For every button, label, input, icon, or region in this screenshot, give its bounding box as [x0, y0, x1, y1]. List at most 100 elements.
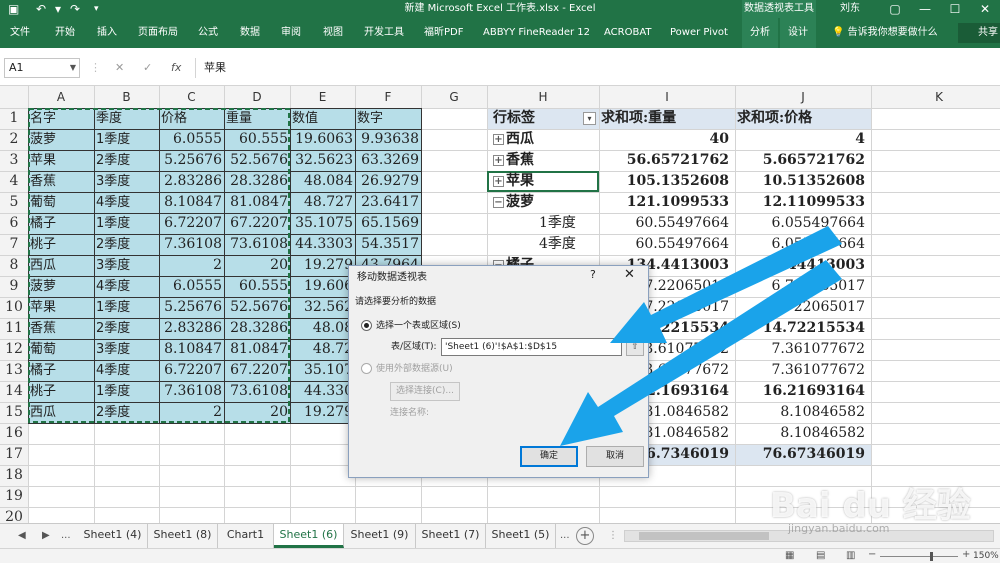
- row-header-8[interactable]: 8: [0, 255, 28, 276]
- ok-button[interactable]: 确定: [520, 446, 578, 467]
- pivot-price-value[interactable]: 14.72215534: [735, 318, 867, 339]
- sheet-tab-sheet1-8[interactable]: Sheet1 (8): [148, 524, 218, 548]
- source-cell[interactable]: 4季度: [94, 192, 159, 213]
- source-header-cell[interactable]: 数值: [290, 108, 355, 129]
- source-cell[interactable]: 苹果: [28, 150, 94, 171]
- pivot-price-value[interactable]: 8.10846582: [735, 402, 867, 423]
- sheet-tab-sheet1-9[interactable]: Sheet1 (9): [344, 524, 416, 548]
- tab-home[interactable]: 开始: [55, 18, 75, 48]
- filter-dropdown-icon[interactable]: ▾: [583, 112, 596, 125]
- source-cell[interactable]: 1季度: [94, 381, 159, 402]
- source-cell[interactable]: 32.5623: [290, 150, 355, 171]
- source-cell[interactable]: 8.10847: [159, 339, 224, 360]
- tab-foxit-pdf[interactable]: 福昕PDF: [424, 18, 463, 48]
- horizontal-scrollbar[interactable]: [624, 530, 994, 542]
- external-source-label[interactable]: 使用外部数据源(U): [376, 363, 453, 375]
- pivot-weight-value[interactable]: 105.1352608: [599, 171, 731, 192]
- source-cell[interactable]: 19.6063: [290, 129, 355, 150]
- column-header-B[interactable]: B: [94, 86, 159, 108]
- pivot-row-label[interactable]: + 西瓜: [491, 129, 597, 150]
- source-cell[interactable]: 19.279: [290, 402, 355, 423]
- collapse-icon[interactable]: −: [493, 196, 504, 208]
- tab-data[interactable]: 数据: [240, 18, 260, 48]
- page-layout-view-icon[interactable]: ▤: [816, 550, 825, 561]
- source-cell[interactable]: 60.555: [224, 129, 290, 150]
- pivot-weight-value[interactable]: 60.55497664: [599, 213, 731, 234]
- source-cell[interactable]: 5.25676: [159, 150, 224, 171]
- source-cell[interactable]: 60.555: [224, 276, 290, 297]
- source-cell[interactable]: 65.1569: [355, 213, 421, 234]
- source-cell[interactable]: 44.330: [290, 381, 355, 402]
- expand-icon[interactable]: +: [493, 175, 504, 187]
- external-source-radio[interactable]: [361, 363, 372, 374]
- source-cell[interactable]: 48.08: [290, 318, 355, 339]
- source-cell[interactable]: 香蕉: [28, 318, 94, 339]
- tab-splitter-icon[interactable]: ⋮: [608, 524, 618, 548]
- row-header-14[interactable]: 14: [0, 381, 28, 402]
- pivot-weight-value[interactable]: 56.65721762: [599, 150, 731, 171]
- source-cell[interactable]: 28.3286: [224, 171, 290, 192]
- pivot-weight-value[interactable]: 121.1099533: [599, 192, 731, 213]
- source-cell[interactable]: 19.279: [290, 255, 355, 276]
- sheet-tab-chart1[interactable]: Chart1: [218, 524, 274, 548]
- insert-function-icon[interactable]: fx: [171, 58, 181, 78]
- source-cell[interactable]: 8.10847: [159, 192, 224, 213]
- source-cell[interactable]: 2: [159, 255, 224, 276]
- source-cell[interactable]: 48.084: [290, 171, 355, 192]
- sheet-tab-sheet1-6[interactable]: Sheet1 (6): [274, 524, 344, 548]
- maximize-button[interactable]: ☐: [940, 0, 970, 18]
- tab-formulas[interactable]: 公式: [198, 18, 218, 48]
- pivot-price-value[interactable]: 6.055497664: [735, 213, 867, 234]
- tab-page-layout[interactable]: 页面布局: [138, 18, 178, 48]
- column-header-A[interactable]: A: [28, 86, 94, 108]
- sheet-tab-sheet1-5[interactable]: Sheet1 (5): [486, 524, 556, 548]
- tab-design[interactable]: 设计: [780, 18, 816, 48]
- minimize-button[interactable]: —: [910, 0, 940, 18]
- close-button[interactable]: ✕: [970, 0, 1000, 18]
- source-cell[interactable]: 73.6108: [224, 381, 290, 402]
- source-cell[interactable]: 20: [224, 402, 290, 423]
- source-cell[interactable]: 2.83286: [159, 171, 224, 192]
- source-cell[interactable]: 2季度: [94, 234, 159, 255]
- share-button[interactable]: 共享: [958, 23, 1000, 43]
- source-cell[interactable]: 1季度: [94, 129, 159, 150]
- tab-acrobat[interactable]: ACROBAT: [604, 18, 652, 48]
- more-sheets-right[interactable]: ...: [560, 524, 570, 548]
- source-cell[interactable]: 3季度: [94, 339, 159, 360]
- row-header-15[interactable]: 15: [0, 402, 28, 423]
- source-cell[interactable]: 1季度: [94, 297, 159, 318]
- row-header-11[interactable]: 11: [0, 318, 28, 339]
- source-cell[interactable]: 葡萄: [28, 192, 94, 213]
- cancel-icon[interactable]: ✕: [115, 58, 124, 78]
- source-cell[interactable]: 西瓜: [28, 255, 94, 276]
- source-cell[interactable]: 1季度: [94, 213, 159, 234]
- source-cell[interactable]: 54.3517: [355, 234, 421, 255]
- range-input[interactable]: 'Sheet1 (6)'!$A$1:$D$15: [441, 338, 622, 356]
- pivot-price-value[interactable]: 6.722065017: [735, 297, 867, 318]
- more-sheets-left[interactable]: ...: [61, 524, 71, 548]
- source-header-cell[interactable]: 数字: [355, 108, 421, 129]
- tab-power-pivot[interactable]: Power Pivot: [670, 18, 728, 48]
- next-sheet-icon[interactable]: ▶: [42, 524, 50, 548]
- row-header-3[interactable]: 3: [0, 150, 28, 171]
- source-cell[interactable]: 19.606: [290, 276, 355, 297]
- source-cell[interactable]: 桃子: [28, 234, 94, 255]
- row-header-5[interactable]: 5: [0, 192, 28, 213]
- source-cell[interactable]: 67.2207: [224, 360, 290, 381]
- source-cell[interactable]: 48.727: [290, 192, 355, 213]
- source-cell[interactable]: 81.0847: [224, 339, 290, 360]
- source-cell[interactable]: 35.1075: [290, 213, 355, 234]
- pivot-price-value[interactable]: 76.67346019: [735, 444, 867, 465]
- source-cell[interactable]: 香蕉: [28, 171, 94, 192]
- add-sheet-button[interactable]: +: [576, 527, 594, 545]
- range-picker-button[interactable]: ⇧: [626, 338, 644, 356]
- source-cell[interactable]: 26.9279: [355, 171, 421, 192]
- source-cell[interactable]: 81.0847: [224, 192, 290, 213]
- zoom-slider-thumb[interactable]: [930, 552, 933, 561]
- source-header-cell[interactable]: 重量: [224, 108, 290, 129]
- close-icon[interactable]: ✕: [624, 267, 635, 282]
- source-cell[interactable]: 5.25676: [159, 297, 224, 318]
- row-header-6[interactable]: 6: [0, 213, 28, 234]
- source-cell[interactable]: 橘子: [28, 360, 94, 381]
- sheet-tab-sheet1-7[interactable]: Sheet1 (7): [416, 524, 486, 548]
